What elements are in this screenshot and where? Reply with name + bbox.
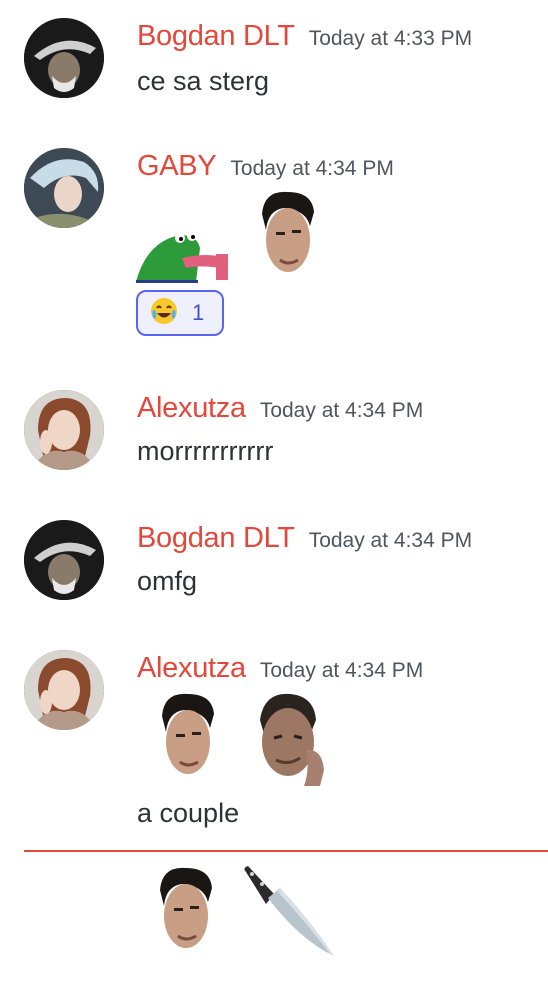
avatar[interactable] [24,18,104,98]
timestamp: Today at 4:34 PM [259,399,424,422]
face-emote[interactable] [254,190,318,282]
message-item: Alexutza Today at 4:34 PM morrrrrrrrrrr [0,390,548,480]
message-text: a couple [137,798,240,828]
thinking-face-emote[interactable] [248,690,328,786]
reaction-button[interactable]: 1 [136,290,224,336]
message-header: Bogdan DLT Today at 4:33 PM [137,20,472,53]
knife-emoji-icon[interactable] [240,864,336,960]
message-header: Bogdan DLT Today at 4:34 PM [137,522,472,555]
message-header: Alexutza Today at 4:34 PM [137,392,423,425]
avatar[interactable] [24,650,104,730]
message-header: GABY Today at 4:34 PM [137,150,394,183]
message-text: morrrrrrrrrrr [137,436,274,466]
message-item: Bogdan DLT Today at 4:34 PM omfg [0,520,548,610]
message-text: ce sa sterg [137,66,270,96]
message-text: omfg [137,566,198,596]
timestamp: Today at 4:34 PM [308,529,473,552]
author-name[interactable]: Alexutza [137,392,246,424]
avatar[interactable] [24,148,104,228]
face-emote[interactable] [154,692,218,784]
author-name[interactable]: GABY [137,150,217,182]
author-name[interactable]: Bogdan DLT [137,522,295,554]
frog-emote[interactable] [136,224,236,284]
timestamp: Today at 4:34 PM [230,157,394,180]
face-emote[interactable] [152,866,216,958]
author-name[interactable]: Bogdan DLT [137,20,295,52]
avatar[interactable] [24,390,104,470]
timestamp: Today at 4:33 PM [308,27,473,50]
reaction-count: 1 [192,300,205,325]
avatar[interactable] [24,520,104,600]
joy-emoji-icon [150,297,178,330]
timestamp: Today at 4:34 PM [259,659,424,682]
author-name[interactable]: Alexutza [137,652,246,684]
message-item: Alexutza Today at 4:34 PM a couple [0,650,548,840]
message-item: GABY Today at 4:34 PM 1 [0,148,548,348]
message-header: Alexutza Today at 4:34 PM [137,652,423,685]
message-item: Bogdan DLT Today at 4:33 PM ce sa sterg [0,18,548,108]
new-messages-divider [24,850,548,852]
